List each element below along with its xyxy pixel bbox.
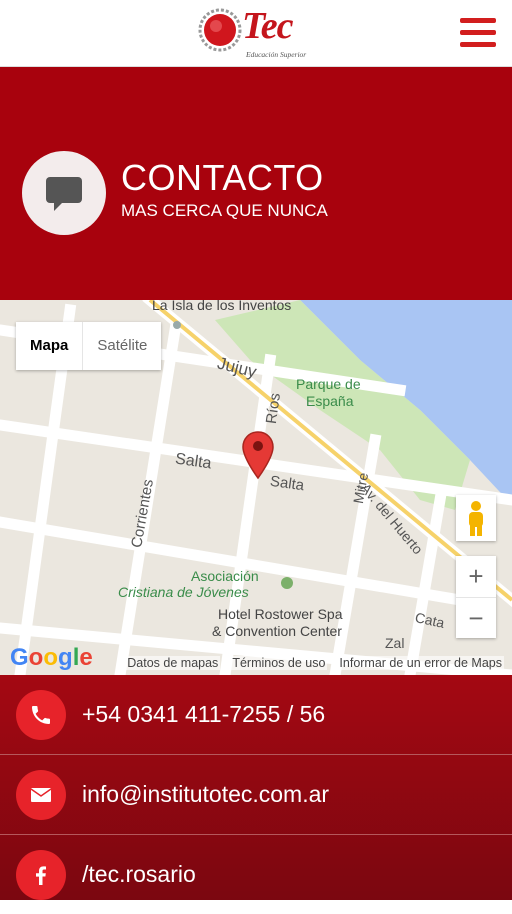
- hero-icon-circle: [22, 151, 106, 235]
- hero-title: CONTACTO: [121, 157, 324, 198]
- app-header: Tec Educación Superior: [0, 0, 512, 67]
- phone-icon-circle: [16, 690, 66, 740]
- map-type-satelite[interactable]: Satélite: [82, 322, 161, 370]
- facebook-icon-circle: [16, 850, 66, 900]
- report-error-link[interactable]: Informar de un error de Maps: [337, 656, 504, 670]
- map-type-mapa[interactable]: Mapa: [16, 322, 82, 370]
- map-label-poi2-1: Asociación: [191, 568, 259, 584]
- phone-icon: [32, 706, 50, 724]
- google-logo: Google: [10, 644, 93, 671]
- pegman-icon[interactable]: [456, 495, 496, 541]
- map-label-hotel-2: & Convention Center: [212, 623, 342, 639]
- contact-hero: CONTACTO MAS CERCA QUE NUNCA: [0, 67, 512, 300]
- mail-icon-circle: [16, 770, 66, 820]
- google-map[interactable]: La Isla de los Inventos Jujuy Parque de …: [0, 300, 512, 675]
- gear-logo-icon: [198, 8, 242, 52]
- map-data-link[interactable]: Datos de mapas: [125, 656, 221, 670]
- contact-row-facebook[interactable]: /tec.rosario: [0, 835, 512, 914]
- terms-link[interactable]: Términos de uso: [230, 656, 328, 670]
- map-marker-icon[interactable]: [241, 430, 275, 480]
- contact-row-email[interactable]: info@institutotec.com.ar: [0, 755, 512, 835]
- map-label-poi2-2: Cristiana de Jóvenes: [118, 584, 249, 600]
- map-label-park-1: Parque de: [296, 376, 361, 392]
- contact-row-phone[interactable]: +54 0341 411-7255 / 56: [0, 675, 512, 755]
- map-footer-links: Datos de mapas Términos de uso Informar …: [125, 656, 504, 670]
- facebook-icon: [36, 866, 46, 885]
- logo-subtitle: Educación Superior: [246, 50, 307, 59]
- mail-icon: [30, 788, 52, 802]
- email-address: info@institutotec.com.ar: [82, 781, 330, 807]
- map-label-park-2: España: [306, 393, 354, 409]
- contact-list: +54 0341 411-7255 / 56 info@institutotec…: [0, 675, 512, 900]
- tec-logo[interactable]: Tec Educación Superior: [198, 5, 318, 60]
- zoom-in-button[interactable]: +: [456, 556, 496, 598]
- hero-subtitle: MAS CERCA QUE NUNCA: [121, 201, 328, 220]
- logo-text: Tec: [242, 5, 293, 47]
- hamburger-menu-icon[interactable]: [460, 18, 496, 48]
- map-label-zal: Zal: [385, 635, 405, 651]
- zoom-control: + −: [456, 556, 496, 638]
- map-type-control: Mapa Satélite: [16, 322, 162, 370]
- map-label-poi1: La Isla de los Inventos: [152, 300, 292, 313]
- map-footer: Google Datos de mapas Términos de uso In…: [0, 644, 512, 675]
- chat-bubble-icon: [46, 177, 82, 211]
- zoom-out-button[interactable]: −: [456, 598, 496, 639]
- phone-number: +54 0341 411-7255 / 56: [82, 701, 326, 727]
- map-label-hotel-1: Hotel Rostower Spa: [218, 606, 343, 622]
- facebook-handle: /tec.rosario: [82, 861, 196, 887]
